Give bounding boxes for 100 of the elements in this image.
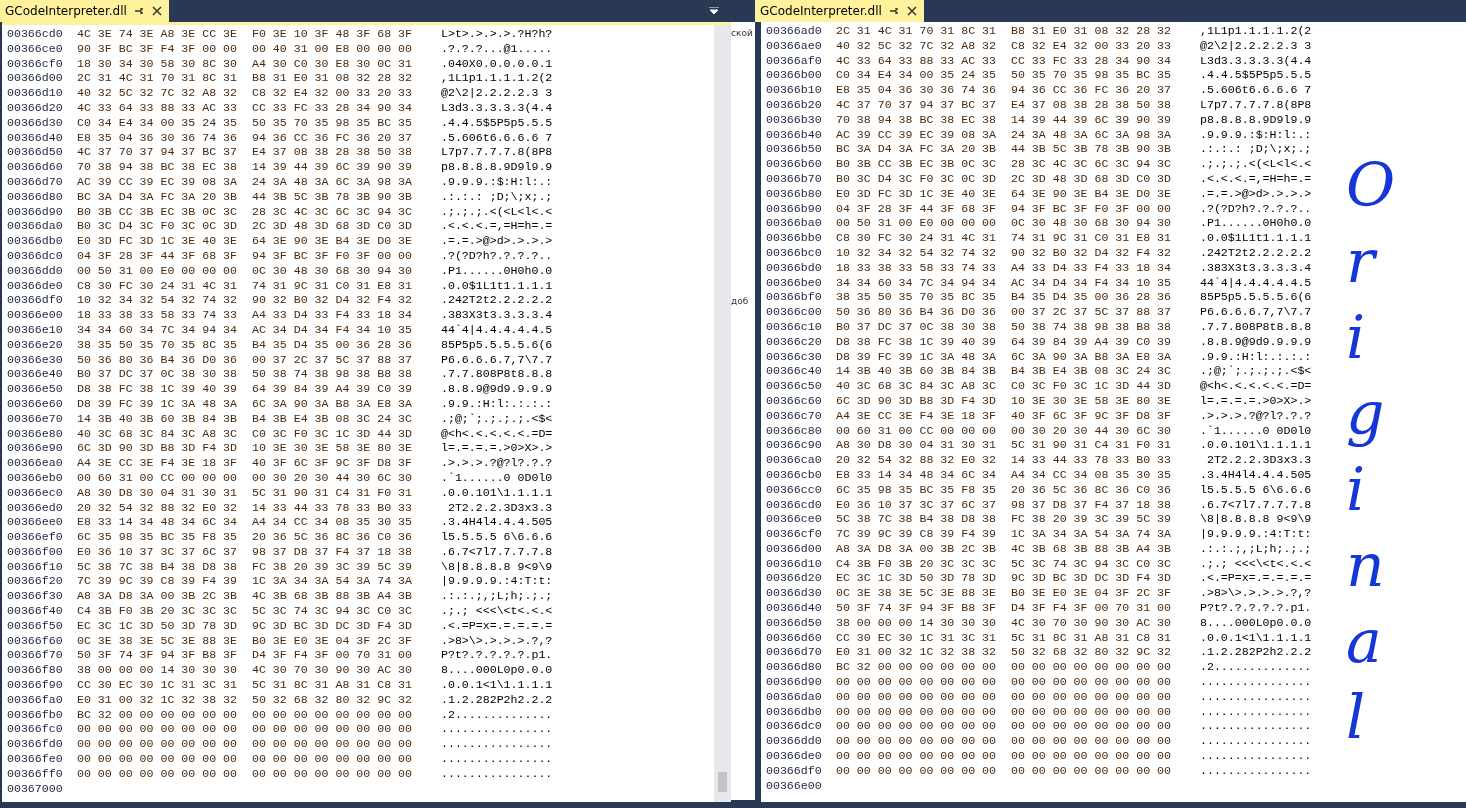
ascii-text: .;.; <<<\<t<.<.< (441, 604, 553, 619)
pin-icon[interactable] (887, 5, 900, 17)
ascii-text: .?(?D?h?.?.?.?.. (441, 248, 553, 264)
offset-label: 00366c30 (766, 349, 823, 365)
offset-label: 00366da0 (766, 689, 823, 705)
offset-label: 00366ea0 (7, 456, 64, 471)
offset-label: 00366bf0 (766, 290, 823, 306)
ascii-text: l=.=.=.=.>0>X>.> (441, 441, 553, 457)
byte-values: D8 39 FC 39 1C 3A 48 3A (77, 396, 239, 412)
byte-values: EC 3C 1C 3D 50 3D 78 3D (77, 618, 239, 634)
ascii-text: P6.6.6.6.7,7\7.7 (1200, 305, 1312, 320)
offset-label: 00366fc0 (7, 722, 64, 738)
byte-values: 00 00 00 00 00 00 00 00 (252, 722, 414, 738)
ascii-text: .P1......0H0h0.0 (1200, 216, 1312, 232)
byte-values: B0 37 DC 37 0C 38 30 38 (836, 319, 998, 335)
byte-values: 00 50 31 00 E0 00 00 00 (77, 263, 239, 279)
ascii-text: 8....000L0p0.0.0 (441, 663, 553, 679)
byte-values: A8 3A D8 3A 00 3B 2C 3B (836, 541, 998, 557)
byte-values: 38 35 50 35 70 35 8C 35 (836, 290, 998, 306)
byte-values: 04 3F 28 3F 44 3F 68 3F (77, 248, 239, 264)
offset-label: 00366cd0 (766, 497, 823, 513)
byte-values: 28 3C 4C 3C 6C 3C 94 3C (1011, 157, 1173, 172)
byte-values: 00 00 00 00 00 00 00 00 (1011, 704, 1173, 720)
ascii-text: .9.9.:H:l:.:.:.: (441, 396, 553, 412)
offset-label: 00366d20 (7, 101, 64, 116)
byte-values: 4C 30 70 30 90 30 AC 30 (1011, 615, 1173, 631)
byte-values: 44 3B 5C 3B 78 3B 90 3B (252, 189, 414, 205)
byte-values: 4C 3E 74 3E A8 3E CC 3E (77, 27, 239, 42)
ascii-text: .`1......0 0D0l0 (441, 470, 553, 486)
offset-label: 00366c70 (766, 408, 823, 424)
offset-label: 00366de0 (7, 278, 64, 294)
ascii-text: .;@;`;.;.;.;.<$< (1200, 364, 1312, 380)
byte-values: B4 35 D4 35 00 36 28 36 (252, 337, 414, 353)
ascii-text: .242T2t2.2.2.2.2 (441, 293, 553, 309)
byte-values: E8 33 14 34 48 34 6C 34 (77, 515, 239, 531)
offset-label: 00366d80 (766, 660, 823, 676)
offset-label: 00366c80 (766, 423, 823, 439)
ascii-text: ................ (1200, 704, 1312, 720)
byte-values: 00 00 00 00 00 00 00 00 (252, 766, 414, 782)
offset-label: 00366e50 (7, 382, 64, 397)
byte-values: 18 33 38 33 58 33 74 33 (836, 260, 998, 276)
byte-values: 64 3E 90 3E B4 3E D0 3E (1011, 186, 1173, 202)
close-icon[interactable] (150, 5, 163, 17)
ascii-text: .242T2t2.2.2.2.2 (1200, 245, 1312, 261)
byte-values: 6C 35 98 35 BC 35 F8 35 (836, 482, 998, 498)
offset-label: 00366fb0 (7, 707, 64, 723)
ascii-text: .0.0.1<1\1.1.1.1 (441, 678, 553, 693)
byte-values: E8 33 14 34 48 34 6C 34 (836, 467, 998, 483)
byte-values: 10 3E 30 3E 58 3E 80 3E (252, 441, 414, 457)
offset-label: 00366db0 (766, 704, 823, 720)
byte-values: A4 33 D4 33 F4 33 18 34 (252, 308, 414, 323)
ascii-text: L3d3.3.3.3.3(4.4 (1200, 53, 1312, 69)
byte-values: 14 3B 40 3B 60 3B 84 3B (836, 364, 998, 380)
scrollbar-thumb[interactable] (718, 772, 727, 792)
byte-values: 6C 3A 90 3A B8 3A E8 3A (1011, 349, 1173, 365)
offset-label: 00366c10 (766, 319, 823, 335)
byte-values: 00 00 00 00 00 00 00 00 (1011, 734, 1173, 750)
offset-label: 00366d10 (766, 556, 823, 572)
byte-values: 50 3F 74 3F 94 3F B8 3F (77, 648, 239, 664)
byte-values: 90 32 B0 32 D4 32 F4 32 (252, 293, 414, 309)
byte-values: F0 3E 10 3F 48 3F 68 3F (252, 27, 414, 42)
offset-label: 00366f10 (7, 559, 64, 575)
byte-values: C8 30 FC 30 24 31 4C 31 (836, 231, 998, 246)
pin-icon[interactable] (132, 5, 145, 17)
offset-label: 00366db0 (7, 234, 64, 249)
byte-values: 5C 38 7C 38 B4 38 D8 38 (77, 559, 239, 575)
byte-values: 00 00 00 00 00 00 00 00 (1011, 660, 1173, 676)
ascii-text: .040X0.0.0.0.0.1 (441, 56, 553, 72)
byte-values: 6C 3D 90 3D B8 3D F4 3D (836, 393, 998, 409)
byte-values: 94 3F BC 3F F0 3F 00 00 (1011, 201, 1173, 217)
byte-values: A4 34 CC 34 08 35 30 35 (252, 515, 414, 531)
byte-values: 20 32 54 32 88 32 E0 32 (836, 453, 998, 468)
byte-values: 40 3F 6C 3F 9C 3F D8 3F (1011, 408, 1173, 424)
ascii-text: ................ (441, 737, 553, 753)
byte-values: 00 00 00 00 00 00 00 00 (836, 675, 998, 690)
byte-values: C0 34 E4 34 00 35 24 35 (836, 68, 998, 84)
dropdown-icon[interactable] (709, 7, 719, 15)
offset-label: 00366d00 (766, 541, 823, 557)
ascii-text: .P1......0H0h0.0 (441, 263, 553, 279)
offset-label: 00366ca0 (766, 453, 823, 468)
offset-label: 00366b70 (766, 171, 823, 187)
ascii-text: .0.0$1L1t1.1.1.1 (441, 278, 553, 294)
close-icon[interactable] (905, 5, 918, 17)
file-tab[interactable]: GCodeInterpreter.dll (755, 0, 924, 22)
offset-label: 00366c60 (766, 393, 823, 409)
ascii-text: .;@;`;.;.;.;.<$< (441, 411, 553, 427)
ascii-text: .<.<.<.=,=H=h=.= (441, 219, 553, 235)
byte-values: CC 30 EC 30 1C 31 3C 31 (836, 630, 998, 646)
byte-values: 70 38 94 38 BC 38 EC 38 (77, 160, 239, 175)
byte-values: 0C 30 48 30 68 30 94 30 (1011, 216, 1173, 232)
byte-values: 04 3F 28 3F 44 3F 68 3F (836, 201, 998, 217)
ascii-text: ................ (1200, 689, 1312, 705)
offset-label: 00366bd0 (766, 260, 823, 276)
ascii-text: P?t?.?.?.?.?.p1. (1200, 601, 1312, 616)
ascii-text: 85P5p5.5.5.5.6(6 (1200, 290, 1312, 306)
file-tab[interactable]: GCodeInterpreter.dll (0, 0, 169, 22)
byte-values: 94 36 CC 36 FC 36 20 37 (252, 130, 414, 146)
ascii-text: .4.4.5$5P5p5.5.5 (1200, 68, 1312, 84)
scrollbar[interactable] (714, 25, 731, 802)
offset-label: 00366bb0 (766, 231, 823, 246)
